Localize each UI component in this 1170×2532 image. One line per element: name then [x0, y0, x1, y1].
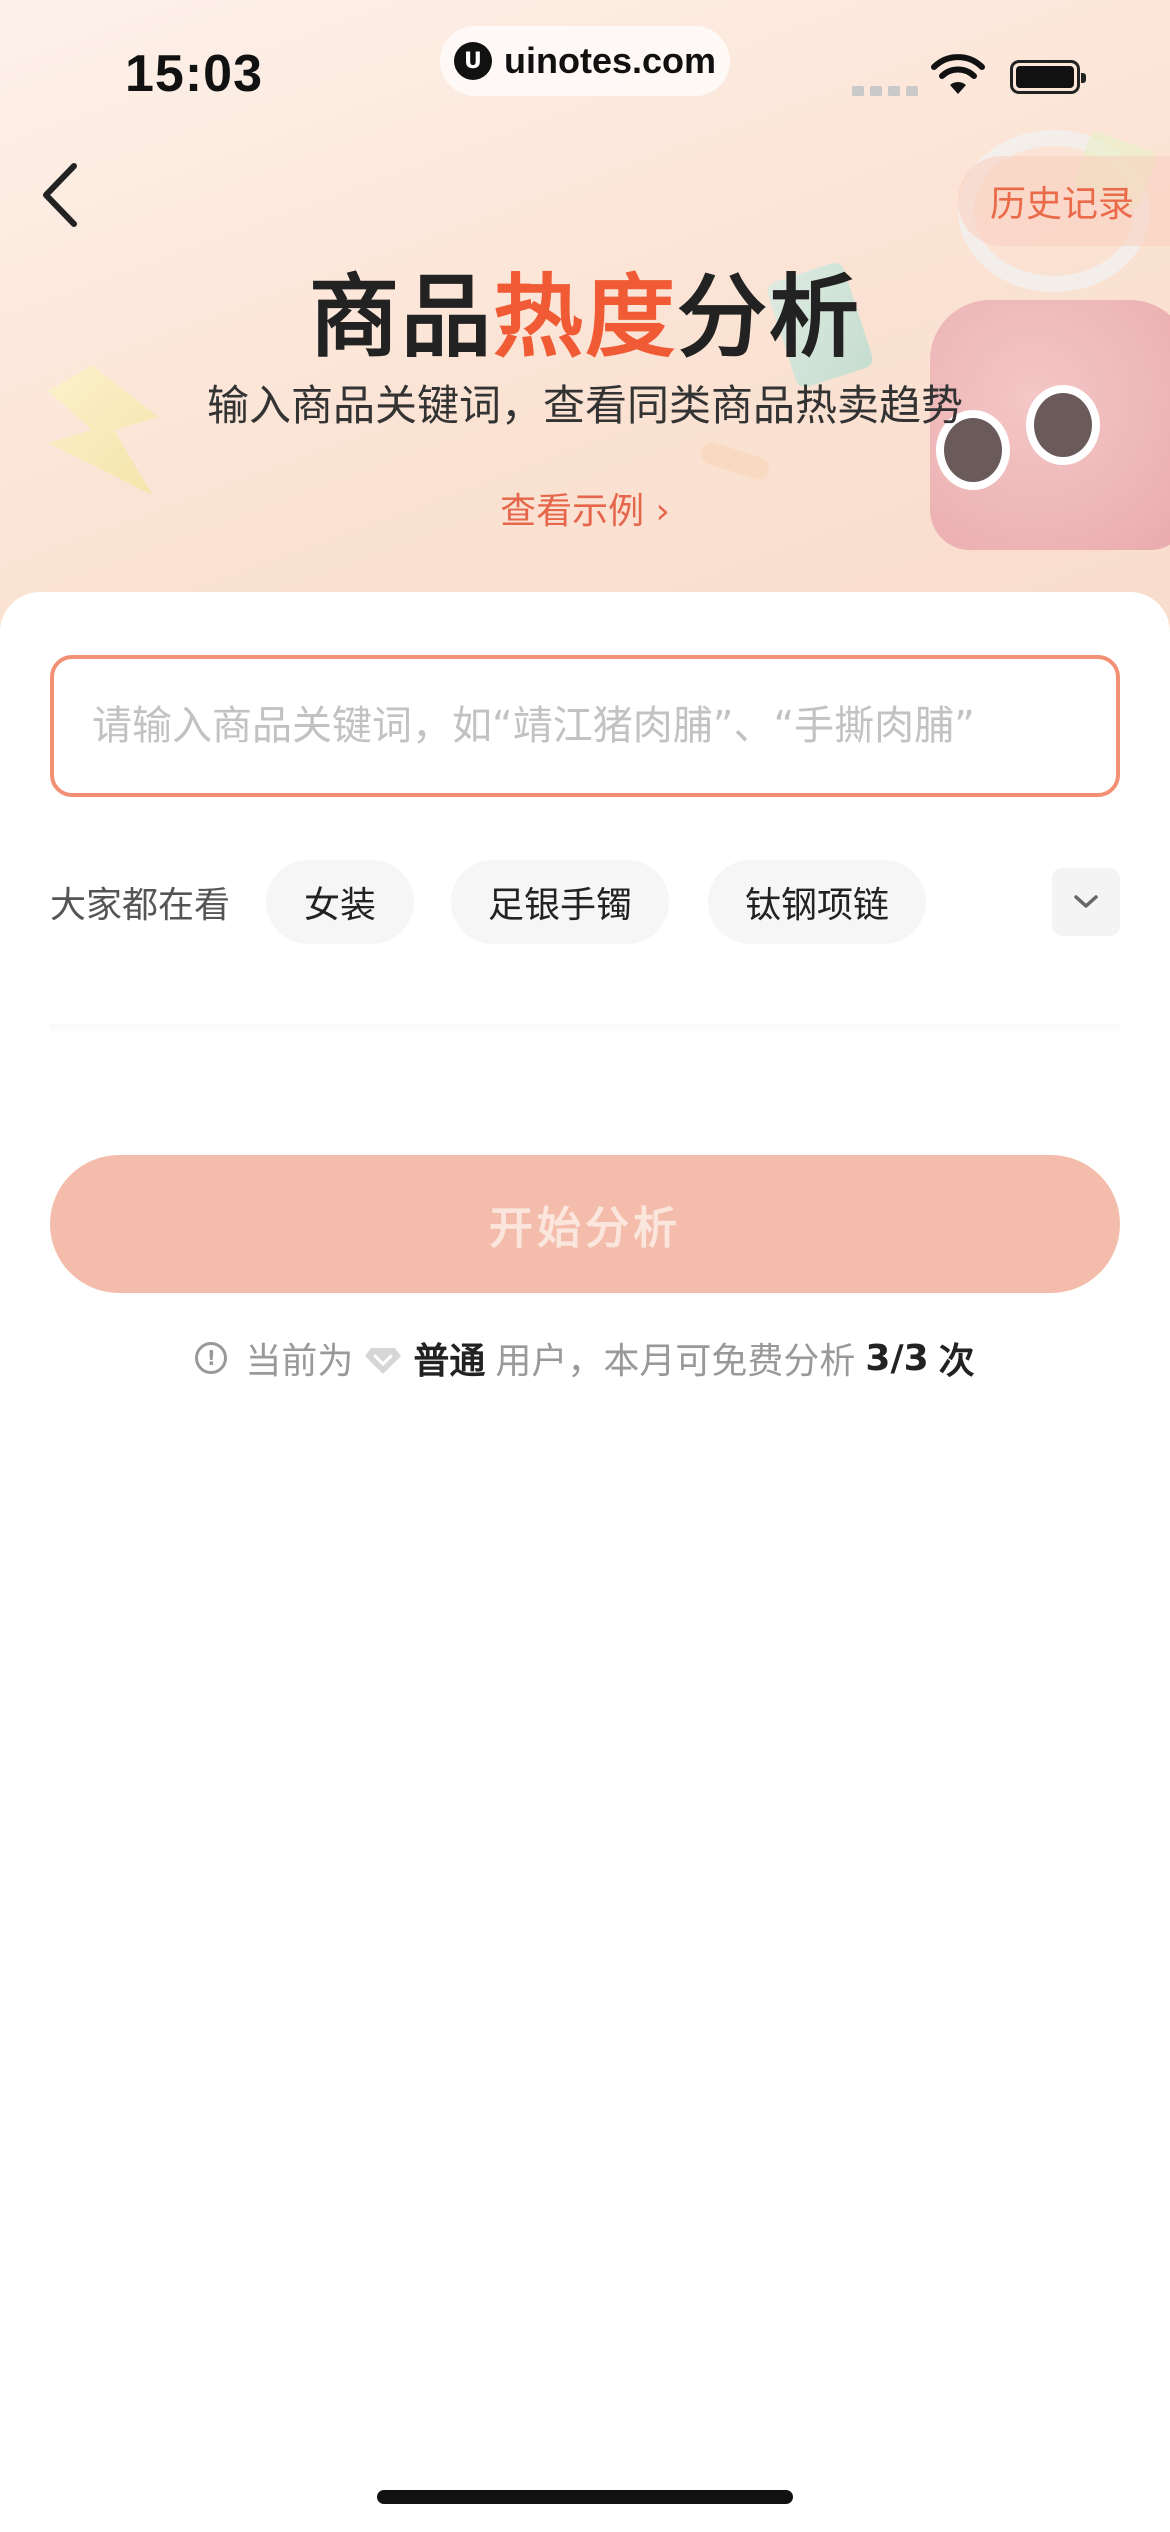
keyword-chip[interactable]: 足银手镯 — [451, 860, 669, 944]
page-title: 商品热度分析 — [0, 244, 1170, 374]
popular-label: 大家都在看 — [50, 885, 231, 926]
title-highlight: 热度 — [493, 265, 677, 370]
quota-suffix: 次 — [938, 1341, 975, 1382]
title-part: 商品 — [309, 265, 493, 370]
back-button[interactable] — [36, 158, 96, 232]
title-part: 分析 — [677, 265, 861, 370]
bar-decoration — [698, 439, 772, 483]
user-level: 普通 — [413, 1341, 486, 1382]
quota-middle: 用户，本月可免费分析 — [495, 1341, 856, 1382]
quota-info: ! 当前为 普通 用户，本月可免费分析 3/3 次 — [0, 1332, 1170, 1384]
history-button[interactable]: 历史记录 — [958, 156, 1170, 246]
keyword-chip[interactable]: 钛钢项链 — [708, 860, 926, 944]
search-input[interactable] — [90, 702, 1080, 750]
status-time: 15:03 — [125, 45, 263, 103]
expand-keywords-button[interactable] — [1052, 868, 1120, 936]
battery-icon — [1010, 60, 1086, 94]
quota-prefix: 当前为 — [245, 1341, 354, 1382]
search-field[interactable] — [50, 655, 1120, 797]
url-pill[interactable]: U uinotes.com — [440, 26, 730, 96]
quota-count: 3/3 — [865, 1337, 929, 1379]
divider — [50, 1024, 1120, 1034]
cellular-signal-icon — [852, 86, 918, 96]
example-link-label: 查看示例 — [500, 491, 645, 532]
chevron-right-icon: › — [655, 491, 670, 532]
wifi-icon — [931, 54, 985, 94]
chevron-down-icon — [1074, 895, 1098, 908]
site-logo-icon: U — [453, 42, 492, 80]
view-example-link[interactable]: 查看示例 › — [0, 482, 1170, 534]
page-subtitle: 输入商品关键词，查看同类商品热卖趋势 — [206, 381, 963, 430]
start-analysis-button[interactable]: 开始分析 — [50, 1155, 1120, 1293]
url-text: uinotes.com — [503, 40, 717, 81]
keyword-chip[interactable]: 女装 — [266, 860, 414, 944]
home-indicator — [377, 2490, 793, 2504]
info-icon: ! — [195, 1342, 228, 1374]
diamond-icon — [365, 1348, 402, 1374]
